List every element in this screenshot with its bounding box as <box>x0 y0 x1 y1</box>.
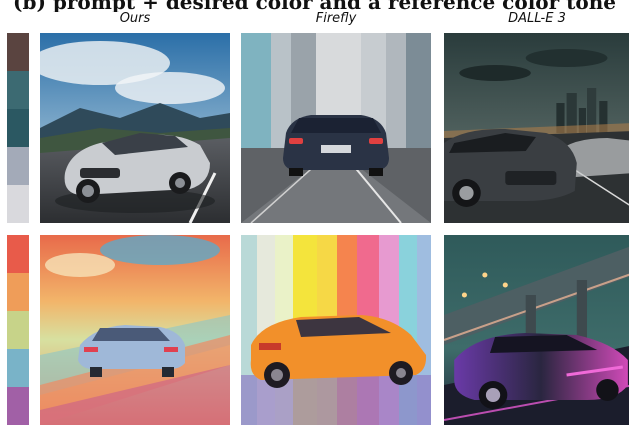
palette-swatch <box>7 387 29 425</box>
palette-swatch <box>7 147 29 185</box>
palette-swatch <box>7 185 29 223</box>
color-palette-row-2 <box>7 235 29 425</box>
palette-swatch <box>7 109 29 147</box>
image-row1-firefly <box>241 33 431 223</box>
image-row2-firefly <box>241 235 431 425</box>
image-row1-ours <box>40 33 230 223</box>
image-row2-ours <box>40 235 230 425</box>
column-title-dalle: DALL-E 3 <box>508 11 566 26</box>
palette-swatch <box>7 349 29 387</box>
palette-swatch <box>7 273 29 311</box>
image-row1-dalle <box>444 33 629 223</box>
palette-swatch <box>7 235 29 273</box>
column-title-ours: Ours <box>119 11 151 26</box>
color-palette-row-1 <box>7 33 29 223</box>
column-title-firefly: Firefly <box>315 11 357 26</box>
palette-swatch <box>7 33 29 71</box>
palette-swatch <box>7 311 29 349</box>
palette-swatch <box>7 71 29 109</box>
image-row2-dalle <box>444 235 629 425</box>
